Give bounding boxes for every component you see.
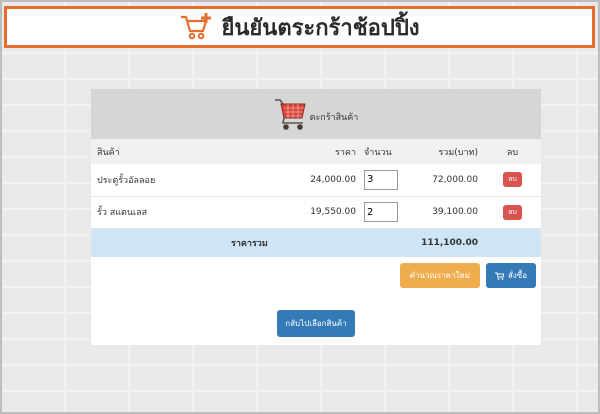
cart-plus-icon [181,13,212,40]
col-product: สินค้า [97,147,120,158]
order-button-label: สั่งซื้อ [507,271,527,280]
total-label: ราคารวม [231,238,268,249]
back-to-products-button[interactable]: กลับไปเลือกสินค้า [277,310,355,337]
order-button[interactable]: สั่งซื้อ [485,263,536,288]
table-row: ประตูรั้วอัลลอย 24,000.00 72,000.00 ลบ [91,164,541,196]
table-row: รั้ว สแตนเลส 19,550.00 39,100.00 ลบ [91,196,541,228]
shopping-cart-icon [274,99,306,130]
col-total: รวม(บาท) [438,147,478,158]
total-value: 111,100.00 [421,237,478,248]
item-total: 72,000.00 [432,174,478,185]
cart-panel-header: ตะกร้าสินค้า [91,89,541,139]
item-qty-cell [362,164,406,196]
item-name: รั้ว สแตนเลส [97,208,148,218]
page-header: ยืนยันตระกร้าช้อปปิ้ง [4,6,595,48]
item-price: 24,000.00 [310,174,356,185]
quantity-input[interactable] [364,169,398,190]
table-header-row: สินค้า ราคา จำนวน รวม(บาท) ลบ [91,139,541,164]
delete-button[interactable]: ลบ [503,172,522,188]
cart-table: สินค้า ราคา จำนวน รวม(บาท) ลบ ประตูรั้วอ… [91,139,541,257]
col-delete: ลบ [506,147,519,158]
col-qty: จำนวน [364,147,392,158]
quantity-input[interactable] [364,202,398,222]
cart-actions: คำนวณราคาใหม่ สั่งซื้อ [91,257,541,288]
cart-icon [494,272,504,280]
item-qty-cell [362,196,406,228]
item-name: ประตูรั้วอัลลอย [97,175,156,186]
item-delete-cell: ลบ [484,164,541,196]
back-wrap: กลับไปเลือกสินค้า [91,310,541,337]
recalculate-button[interactable]: คำนวณราคาใหม่ [399,263,480,288]
cart-panel-title: ตะกร้าสินค้า [309,113,359,123]
delete-button[interactable]: ลบ [503,204,522,220]
col-price: ราคา [335,147,356,158]
cart-panel: ตะกร้าสินค้า สินค้า ราคา จำนวน รวม(บาท) … [91,89,541,345]
item-delete-cell: ลบ [484,196,541,228]
page-title: ยืนยันตระกร้าช้อปปิ้ง [221,15,420,41]
total-row: ราคารวม 111,100.00 [91,228,541,257]
item-total: 39,100.00 [432,207,478,217]
item-price: 19,550.00 [310,207,356,217]
